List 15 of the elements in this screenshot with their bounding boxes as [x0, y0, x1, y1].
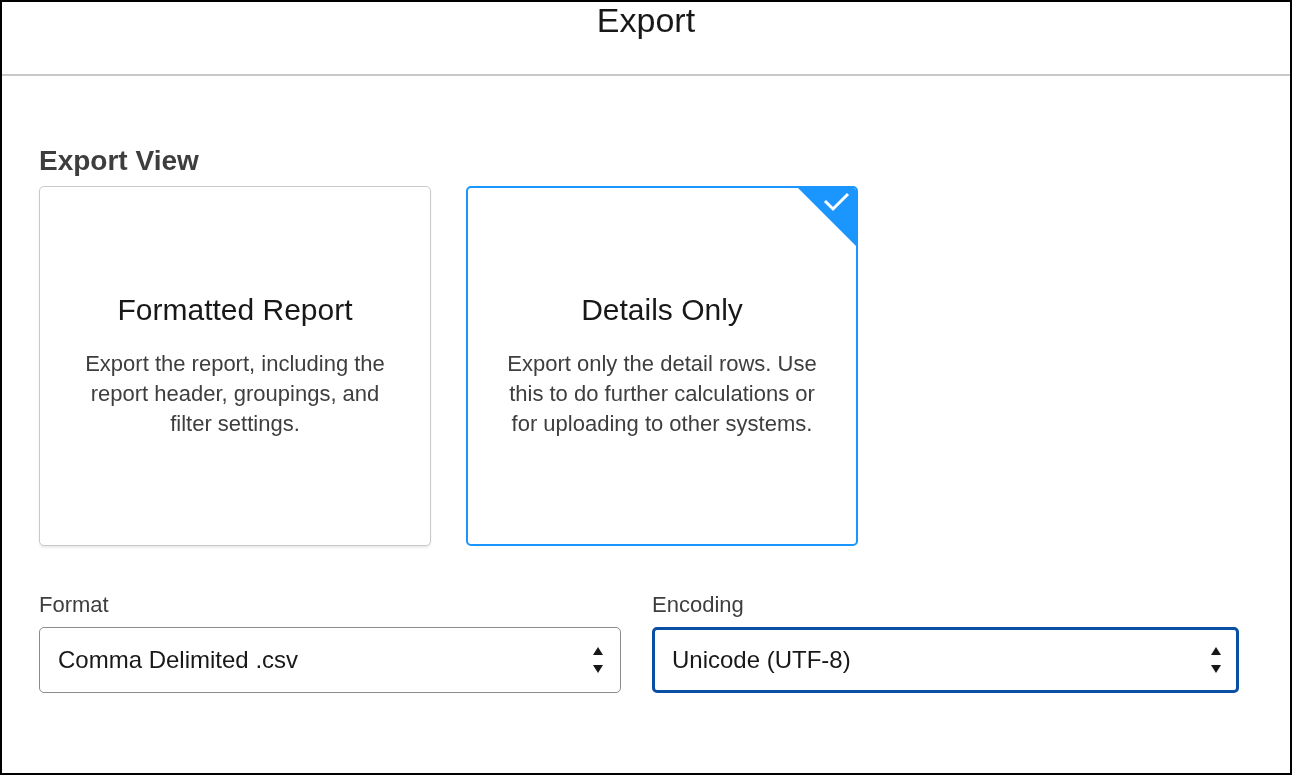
option-card[interactable]: Formatted Report Export the report, including the report header, groupings, and filter settings.	[39, 186, 431, 546]
field-label: Format	[39, 592, 109, 618]
select-field[interactable]: Comma Delimited .csv	[39, 627, 621, 693]
select-value: Comma Delimited .csv	[58, 646, 299, 674]
section-heading: Export View	[39, 144, 199, 178]
option-description: Export only the detail rows. Use this to do further calculations or for uploading to other systems.	[506, 350, 818, 438]
option-description: Export the report, including the report header, groupings, and filter settings.	[84, 350, 386, 438]
option-card[interactable]: Details Only Export only the detail rows. Use this to do further calculations or for uploading to other systems.	[466, 186, 858, 546]
select-value: Unicode (UTF-8)	[672, 646, 851, 674]
select-field[interactable]: Unicode (UTF-8)	[652, 627, 1239, 693]
option-title: Formatted Report	[117, 293, 353, 327]
field-label: Encoding	[652, 592, 744, 618]
dialog-title: Export	[596, 2, 696, 38]
option-title: Details Only	[581, 293, 743, 327]
selected-check-icon	[797, 188, 856, 247]
